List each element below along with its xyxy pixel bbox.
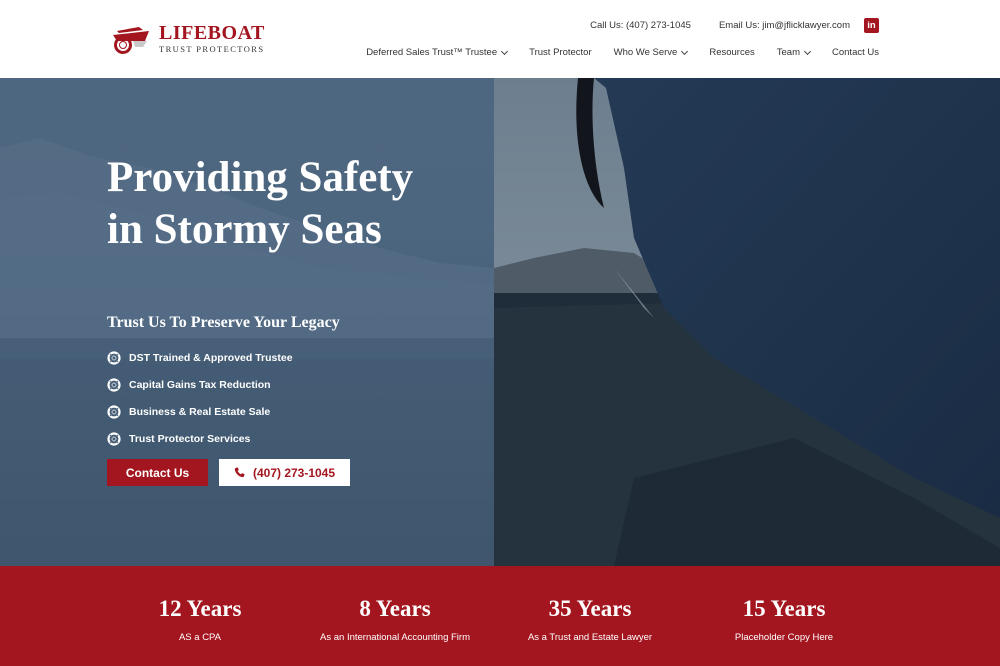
stat-item: 12 Years AS a CPA — [100, 566, 300, 643]
stat-item: 35 Years As a Trust and Estate Lawyer — [490, 566, 690, 643]
nav-item-label: Resources — [709, 47, 755, 58]
feature-text: DST Trained & Approved Trustee — [129, 351, 293, 364]
list-item: Trust Protector Services — [107, 425, 293, 452]
nav-item-team[interactable]: Team — [776, 47, 812, 58]
phone-button-label: (407) 273-1045 — [252, 465, 336, 480]
feature-text: Capital Gains Tax Reduction — [129, 378, 271, 391]
brand-tagline: TRUST PROTECTORS — [159, 43, 265, 54]
header-email-link[interactable]: Email Us: jim@jflicklawyer.com — [719, 20, 850, 31]
site-header: LIFEBOAT TRUST PROTECTORS Call Us: (407)… — [0, 0, 1000, 78]
stat-label: As a Trust and Estate Lawyer — [527, 632, 653, 643]
header-call-link[interactable]: Call Us: (407) 273-1045 — [590, 20, 691, 31]
lifeboat-logo[interactable]: LIFEBOAT TRUST PROTECTORS — [109, 20, 269, 56]
stat-value: 8 Years — [359, 596, 431, 621]
nav-item-label: Contact Us — [832, 47, 879, 58]
stat-value: 35 Years — [548, 596, 632, 621]
nav-item-who-we-serve[interactable]: Who We Serve — [613, 47, 689, 58]
chevron-down-icon — [501, 47, 509, 55]
brand-name: LIFEBOAT — [159, 21, 265, 44]
stat-value: 15 Years — [742, 596, 826, 621]
phone-icon — [234, 467, 245, 478]
nav-item-deferred-sales-trust[interactable]: Deferred Sales Trust™ Trustee — [366, 47, 509, 58]
main-nav: Deferred Sales Trust™ Trustee Trust Prot… — [366, 47, 879, 58]
stat-label: As an International Accounting Firm — [320, 632, 470, 643]
nav-item-label: Trust Protector — [529, 47, 592, 58]
hero-section: Providing Safety in Stormy Seas Trust Us… — [0, 78, 1000, 566]
stat-label: AS a CPA — [178, 632, 222, 643]
feature-text: Trust Protector Services — [129, 432, 251, 445]
feature-list: DST Trained & Approved Trustee Capital G… — [107, 344, 293, 452]
lifebuoy-icon — [107, 350, 121, 365]
list-item: DST Trained & Approved Trustee — [107, 344, 293, 371]
hero-title: Providing Safety in Stormy Seas — [107, 154, 414, 253]
ship-hull-image — [494, 78, 1000, 566]
stat-item: 15 Years Placeholder Copy Here — [684, 566, 884, 643]
lifebuoy-icon — [107, 431, 121, 446]
chevron-down-icon — [681, 47, 689, 55]
header-contact-row: Call Us: (407) 273-1045 Email Us: jim@jf… — [590, 18, 879, 33]
chevron-down-icon — [803, 47, 812, 55]
nav-item-label: Deferred Sales Trust™ Trustee — [366, 47, 498, 58]
hero-subtitle: Trust Us To Preserve Your Legacy — [107, 314, 340, 331]
stat-label: Placeholder Copy Here — [734, 632, 834, 643]
stats-bar: 12 Years AS a CPA 8 Years As an Internat… — [0, 566, 1000, 666]
stat-value: 12 Years — [158, 596, 242, 621]
list-item: Capital Gains Tax Reduction — [107, 371, 293, 398]
lifebuoy-icon — [107, 377, 121, 392]
nav-item-label: Team — [776, 47, 800, 58]
nav-item-label: Who We Serve — [613, 47, 678, 58]
feature-text: Business & Real Estate Sale — [129, 405, 271, 418]
lifebuoy-icon — [107, 404, 121, 419]
linkedin-icon[interactable]: in — [864, 18, 879, 33]
phone-button[interactable]: (407) 273-1045 — [219, 459, 350, 486]
list-item: Business & Real Estate Sale — [107, 398, 293, 425]
nav-item-trust-protector[interactable]: Trust Protector — [529, 47, 591, 58]
lifeboat-logo-icon — [113, 27, 149, 54]
nav-item-contact-us[interactable]: Contact Us — [832, 47, 879, 58]
contact-us-button[interactable]: Contact Us — [107, 459, 208, 486]
nav-item-resources[interactable]: Resources — [709, 47, 754, 58]
hero-image-ship-hull — [494, 78, 1000, 566]
stat-item: 8 Years As an International Accounting F… — [295, 566, 495, 643]
